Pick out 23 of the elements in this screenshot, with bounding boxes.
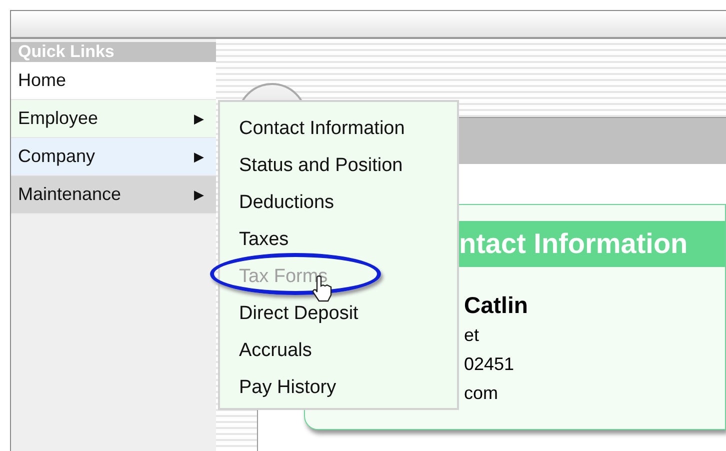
contact-detail: et <box>464 324 480 347</box>
sidebar-item-label: Employee <box>18 107 98 130</box>
submenu-item[interactable]: Taxes <box>239 227 289 252</box>
contact-detail: com <box>464 382 500 405</box>
submenu-arrow-icon: ▶ <box>194 146 204 166</box>
submenu-item[interactable]: Status and Position <box>239 153 403 178</box>
sidebar-item[interactable]: Employee ▶ <box>11 100 216 138</box>
submenu-item[interactable]: Accruals <box>239 338 312 363</box>
submenu-item[interactable]: Direct Deposit <box>239 301 358 326</box>
sidebar-item-label: Maintenance <box>18 183 122 206</box>
contact-detail: 02451 <box>464 353 516 376</box>
submenu-arrow-icon: ▶ <box>194 184 204 204</box>
sidebar-item-label: Home <box>18 69 66 92</box>
sidebar-item[interactable]: Maintenance ▶ <box>11 176 216 214</box>
sidebar-title: Quick Links <box>11 42 216 62</box>
contact-name: Catlin <box>464 291 529 319</box>
sidebar-item-label: Company <box>18 145 96 168</box>
submenu-item[interactable]: Contact Information <box>239 116 405 141</box>
sidebar-item[interactable]: Company ▶ <box>11 138 216 176</box>
sidebar-item[interactable]: Home <box>11 62 216 100</box>
submenu-arrow-icon: ▶ <box>194 108 204 128</box>
submenu-item[interactable]: Deductions <box>239 190 334 215</box>
submenu-item[interactable]: Pay History <box>239 375 336 400</box>
